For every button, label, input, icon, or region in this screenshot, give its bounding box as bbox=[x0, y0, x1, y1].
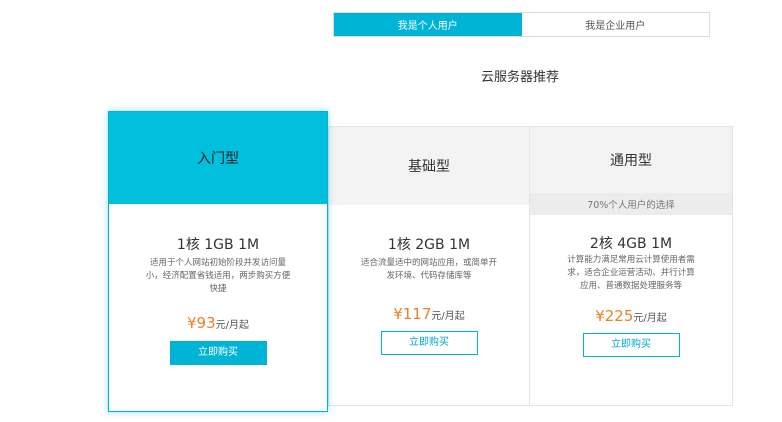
user-type-tabs: 我是个人用户 我是企业用户 bbox=[333, 12, 710, 37]
plan-spec: 1核 2GB 1M bbox=[387, 237, 471, 253]
plan-description: 计算能力满足常用云计算使用者需求，适合企业运营活动、并行计算应用、普通数据处理服… bbox=[567, 255, 695, 291]
plan-spec: 1核 1GB 1M bbox=[176, 237, 260, 253]
price-unit: 元/月起 bbox=[215, 320, 249, 331]
price-value: ¥225 bbox=[595, 307, 634, 325]
plan-name: 入门型 bbox=[109, 112, 327, 204]
section-title: 云服务器推荐 bbox=[480, 70, 559, 85]
price-value: ¥93 bbox=[186, 314, 216, 332]
buy-button-general[interactable]: 立即购买 bbox=[582, 333, 680, 357]
plan-description: 适合流量适中的网站应用，或简单开发环境、代码存储库等 bbox=[360, 258, 497, 281]
tab-personal-user[interactable]: 我是个人用户 bbox=[334, 13, 522, 36]
plan-description: 适用于个人网站初始阶段并发访问量小，经济配置省钱适用，两步购买方便快捷 bbox=[145, 258, 291, 294]
plan-price: ¥225元/月起 bbox=[530, 307, 732, 325]
plan-price: ¥93元/月起 bbox=[109, 314, 327, 332]
plan-price: ¥117元/月起 bbox=[329, 305, 529, 323]
plan-name: 通用型 bbox=[530, 127, 732, 193]
plan-tag: 70%个人用户的选择 bbox=[530, 193, 732, 215]
plan-name: 基础型 bbox=[329, 127, 529, 205]
plan-spec: 2核 4GB 1M bbox=[589, 236, 673, 252]
plan-card-general: 通用型 70%个人用户的选择 2核 4GB 1M 计算能力满足常用云计算使用者需… bbox=[529, 127, 732, 405]
tab-enterprise-user[interactable]: 我是企业用户 bbox=[521, 13, 709, 36]
buy-button-basic[interactable]: 立即购买 bbox=[380, 331, 478, 355]
plan-card-basic: 基础型 1核 2GB 1M 适合流量适中的网站应用，或简单开发环境、代码存储库等… bbox=[328, 127, 529, 405]
price-unit: 元/月起 bbox=[633, 313, 667, 324]
price-value: ¥117 bbox=[393, 305, 432, 323]
plan-card-entry: 入门型 1核 1GB 1M 适用于个人网站初始阶段并发访问量小，经济配置省钱适用… bbox=[108, 111, 328, 412]
buy-button-entry[interactable]: 立即购买 bbox=[169, 341, 267, 365]
price-unit: 元/月起 bbox=[431, 311, 465, 322]
